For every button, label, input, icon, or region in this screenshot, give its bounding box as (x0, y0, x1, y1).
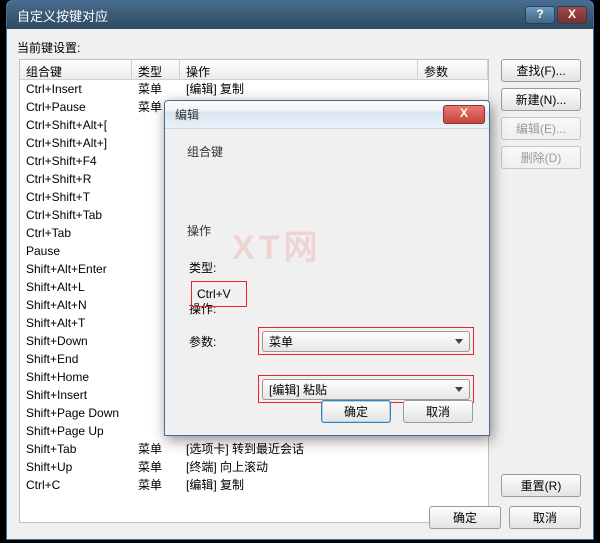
cell-combo: Ctrl+Shift+R (20, 170, 132, 188)
group-combo-label: 组合键 (187, 143, 473, 160)
dialog-close-button[interactable]: X (443, 105, 485, 124)
find-button[interactable]: 查找(F)... (501, 59, 581, 82)
window-title: 自定义按键对应 (13, 6, 523, 25)
delete-button: 删除(D) (501, 146, 581, 169)
cell-param (418, 80, 488, 98)
op-combo-value: [编辑] 粘贴 (269, 381, 327, 398)
cell-param (418, 476, 488, 494)
cell-combo: Ctrl+Shift+Tab (20, 206, 132, 224)
cell-combo: Shift+Alt+L (20, 278, 132, 296)
chevron-down-icon (455, 339, 463, 344)
col-combo[interactable]: 组合键 (20, 60, 132, 79)
cell-combo: Ctrl+C (20, 476, 132, 494)
type-combo-outline: 菜单 (258, 327, 474, 355)
cell-combo: Ctrl+Shift+Alt+[ (20, 116, 132, 134)
dialog-body: 组合键 操作 类型: 操作: 参数: Ctrl+V 菜单 [编辑] 粘贴 (165, 129, 489, 435)
cell-op: [选项卡] 转到最近会话 (180, 440, 418, 458)
dialog-ok-button[interactable]: 确定 (321, 400, 391, 423)
op-combo[interactable]: [编辑] 粘贴 (262, 379, 470, 400)
dialog-footer: 确定 取消 (321, 400, 473, 423)
chevron-down-icon (455, 387, 463, 392)
dialog-titlebar: 编辑 X (165, 101, 489, 129)
op-combo-outline: [编辑] 粘贴 (258, 375, 474, 403)
main-footer: 确定 取消 (429, 506, 581, 529)
table-row[interactable]: Shift+Up菜单[终端] 向上滚动 (20, 458, 488, 476)
cell-type: 菜单 (132, 440, 180, 458)
type-combo-value: 菜单 (269, 333, 293, 350)
cell-combo: Shift+End (20, 350, 132, 368)
cell-op: [编辑] 复制 (180, 80, 418, 98)
new-button[interactable]: 新建(N)... (501, 88, 581, 111)
table-row[interactable]: Shift+Tab菜单[选项卡] 转到最近会话 (20, 440, 488, 458)
dialog-cancel-button[interactable]: 取消 (403, 400, 473, 423)
cell-combo: Shift+Home (20, 368, 132, 386)
cell-op: [终端] 向上滚动 (180, 458, 418, 476)
cell-combo: Ctrl+Shift+Alt+] (20, 134, 132, 152)
cell-combo: Shift+Page Up (20, 422, 132, 440)
reset-button[interactable]: 重置(R) (501, 474, 581, 497)
cell-combo: Ctrl+Shift+T (20, 188, 132, 206)
combo-value-box[interactable]: Ctrl+V (191, 281, 247, 307)
cell-combo: Pause (20, 242, 132, 260)
cell-combo: Shift+Page Down (20, 404, 132, 422)
cell-combo: Shift+Alt+Enter (20, 260, 132, 278)
cell-combo: Shift+Alt+T (20, 314, 132, 332)
cell-combo: Ctrl+Insert (20, 80, 132, 98)
cell-combo: Shift+Up (20, 458, 132, 476)
cell-combo: Shift+Tab (20, 440, 132, 458)
edit-button: 编辑(E)... (501, 117, 581, 140)
table-header: 组合键 类型 操作 参数 (20, 60, 488, 80)
side-buttons: 查找(F)... 新建(N)... 编辑(E)... 删除(D) (501, 59, 581, 169)
dialog-title: 编辑 (175, 106, 443, 123)
col-type[interactable]: 类型 (132, 60, 180, 79)
cell-combo: Shift+Down (20, 332, 132, 350)
cell-combo: Ctrl+Pause (20, 98, 132, 116)
help-button[interactable]: ? (525, 6, 555, 24)
cell-combo: Ctrl+Shift+F4 (20, 152, 132, 170)
edit-dialog: 编辑 X 组合键 操作 类型: 操作: 参数: Ctrl+V 菜单 [编辑] 粘… (164, 100, 490, 436)
table-row[interactable]: Ctrl+Insert菜单[编辑] 复制 (20, 80, 488, 98)
cell-combo: Ctrl+Tab (20, 224, 132, 242)
combo-value: Ctrl+V (197, 287, 231, 301)
cancel-button[interactable]: 取消 (509, 506, 581, 529)
ok-button[interactable]: 确定 (429, 506, 501, 529)
group-op-label: 操作 (187, 222, 473, 239)
table-row[interactable]: Ctrl+C菜单[编辑] 复制 (20, 476, 488, 494)
type-row: 类型: (181, 259, 473, 276)
type-label: 类型: (181, 259, 233, 276)
cell-type: 菜单 (132, 458, 180, 476)
current-keys-label: 当前键设置: (17, 39, 583, 56)
cell-op: [编辑] 复制 (180, 476, 418, 494)
cell-param (418, 440, 488, 458)
cell-type: 菜单 (132, 476, 180, 494)
titlebar: 自定义按键对应 ? X (7, 1, 593, 29)
type-combo[interactable]: 菜单 (262, 331, 470, 352)
cell-combo: Shift+Alt+N (20, 296, 132, 314)
col-op[interactable]: 操作 (180, 60, 418, 79)
cell-type: 菜单 (132, 80, 180, 98)
cell-combo: Shift+Insert (20, 386, 132, 404)
col-param[interactable]: 参数 (418, 60, 488, 79)
cell-param (418, 458, 488, 476)
close-button[interactable]: X (557, 6, 587, 24)
